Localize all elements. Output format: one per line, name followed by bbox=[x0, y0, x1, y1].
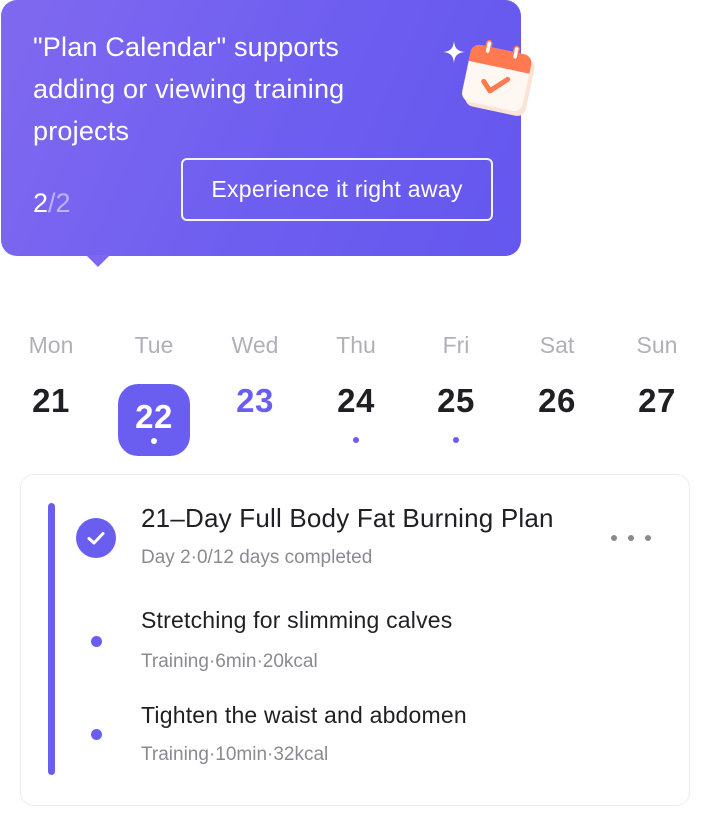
has-plan-dot bbox=[151, 438, 157, 444]
plan-card[interactable]: 21–Day Full Body Fat Burning Plan Day 2·… bbox=[20, 474, 690, 806]
bullet-dot-icon bbox=[91, 636, 102, 647]
day-number: 21 bbox=[32, 382, 70, 419]
tooltip-arrow bbox=[86, 255, 110, 267]
day-tue-selected[interactable]: Tue 22 bbox=[114, 330, 194, 460]
plan-calendar-screen: "Plan Calendar" supports adding or viewi… bbox=[0, 0, 710, 828]
has-plan-dot bbox=[353, 437, 359, 443]
plan-progress: Day 2·0/12 days completed bbox=[141, 547, 373, 568]
check-icon bbox=[76, 518, 116, 558]
training-item-title[interactable]: Stretching for slimming calves bbox=[141, 607, 453, 634]
training-item-meta: Training·10min·32kcal bbox=[141, 744, 329, 765]
more-options-icon[interactable] bbox=[611, 525, 651, 551]
day-name: Sun bbox=[636, 332, 678, 358]
day-sat[interactable]: Sat 26 bbox=[517, 330, 597, 460]
training-item-meta: Training·6min·20kcal bbox=[141, 651, 318, 672]
onboarding-tooltip: "Plan Calendar" supports adding or viewi… bbox=[1, 0, 535, 256]
day-name: Tue bbox=[134, 332, 174, 358]
calendar-check-icon bbox=[462, 40, 535, 116]
day-name: Fri bbox=[442, 332, 470, 358]
day-mon[interactable]: Mon 21 bbox=[11, 330, 91, 460]
step-current: 2 bbox=[33, 188, 49, 218]
day-wed-today[interactable]: Wed 23 bbox=[215, 330, 295, 460]
day-name: Wed bbox=[231, 332, 279, 358]
day-fri[interactable]: Fri 25 bbox=[416, 330, 496, 460]
step-separator: / bbox=[48, 188, 56, 218]
day-number: 26 bbox=[538, 382, 576, 419]
day-thu[interactable]: Thu 24 bbox=[316, 330, 396, 460]
experience-now-button[interactable]: Experience it right away bbox=[181, 158, 493, 221]
day-number: 24 bbox=[337, 382, 375, 419]
day-sun[interactable]: Sun 27 bbox=[617, 330, 697, 460]
day-name: Sat bbox=[539, 332, 575, 358]
bullet-dot-icon bbox=[91, 729, 102, 740]
training-item-title[interactable]: Tighten the waist and abdomen bbox=[141, 702, 467, 729]
day-number: 22 bbox=[135, 398, 173, 435]
step-counter: 2/2 bbox=[33, 186, 71, 220]
has-plan-dot bbox=[453, 437, 459, 443]
day-number: 25 bbox=[437, 382, 475, 419]
tooltip-message: "Plan Calendar" supports adding or viewi… bbox=[33, 32, 345, 146]
day-number: 27 bbox=[638, 382, 676, 419]
week-strip: Mon 21 Tue 22 Wed 23 Thu 24 Fri 25 Sat 2… bbox=[0, 330, 710, 460]
plan-title: 21–Day Full Body Fat Burning Plan bbox=[141, 503, 554, 533]
day-name: Mon bbox=[28, 332, 74, 358]
day-number: 23 bbox=[236, 382, 274, 419]
day-name: Thu bbox=[336, 332, 376, 358]
plan-accent-bar bbox=[48, 503, 55, 775]
step-total: 2 bbox=[55, 188, 71, 218]
